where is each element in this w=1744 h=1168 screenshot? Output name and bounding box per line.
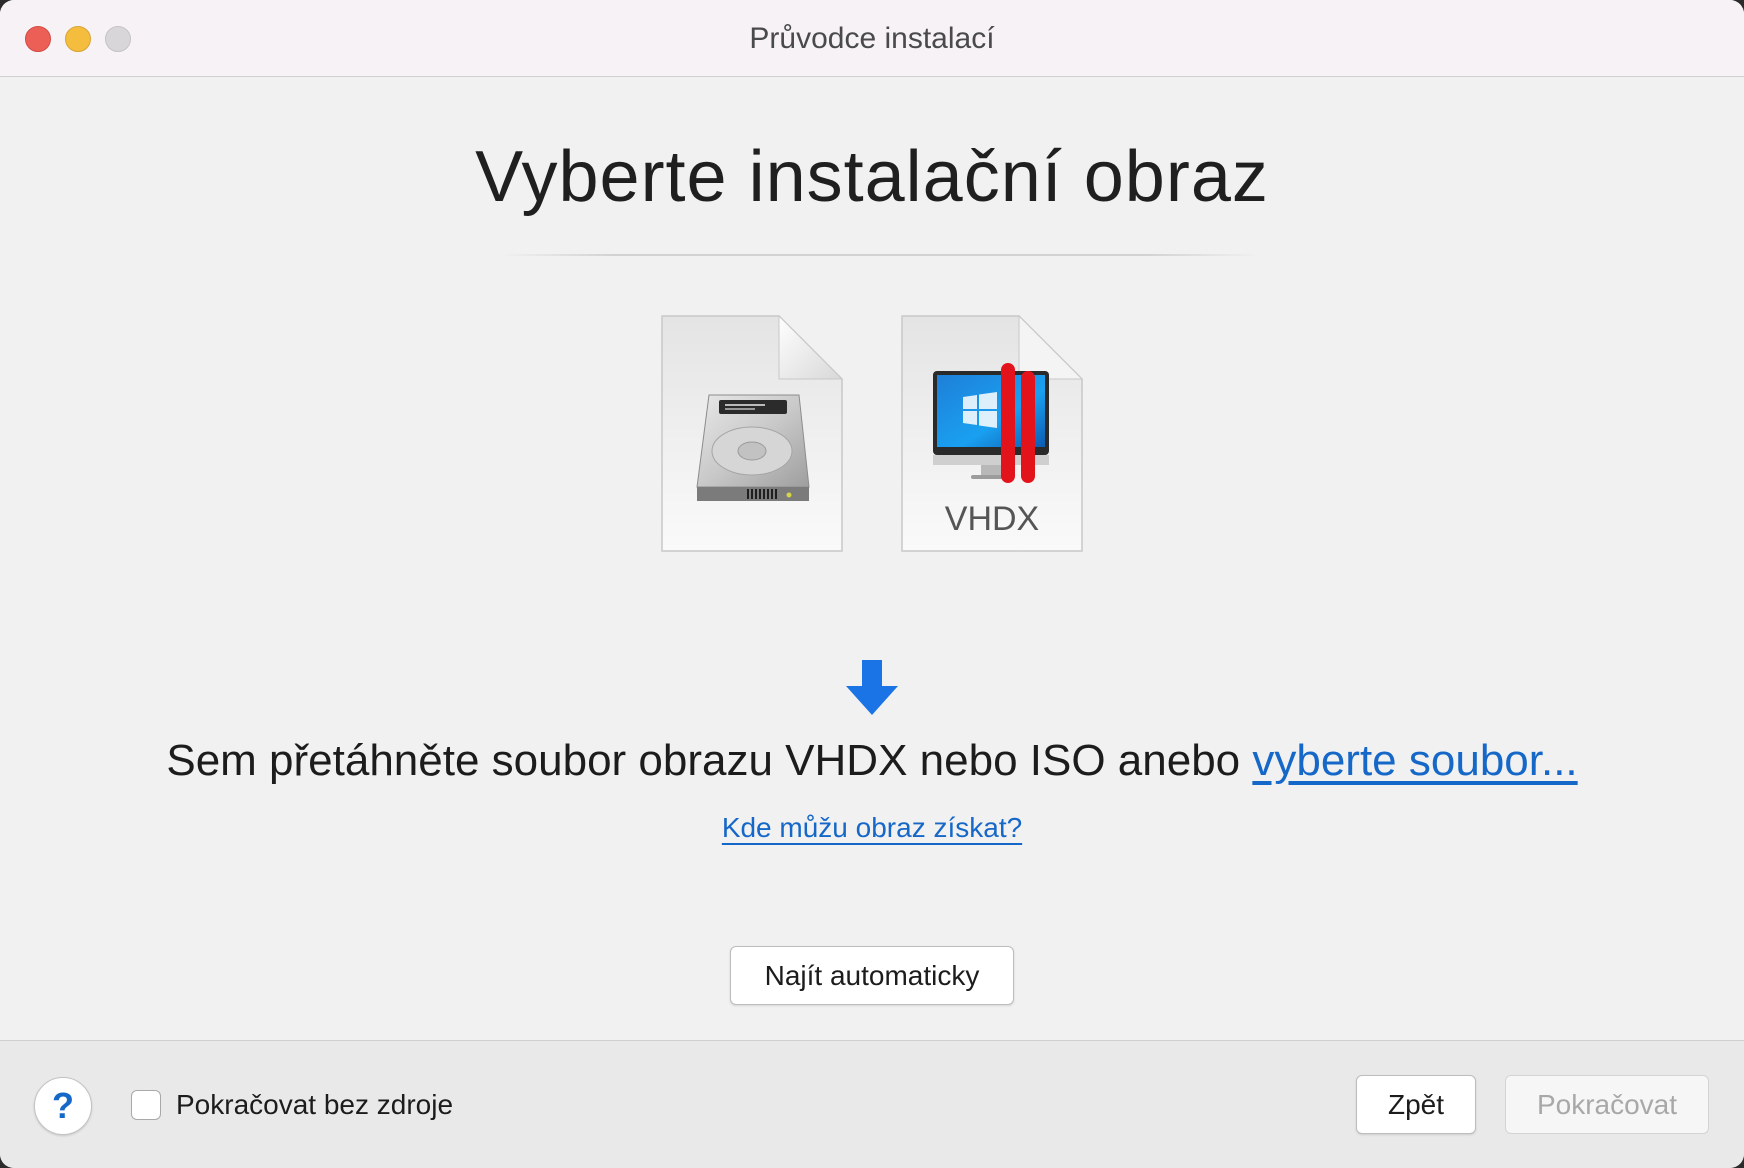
bottom-bar: ? Pokračovat bez zdroje Zpět Pokračovat bbox=[0, 1040, 1744, 1168]
help-button[interactable]: ? bbox=[34, 1077, 92, 1135]
question-mark-icon: ? bbox=[52, 1085, 74, 1126]
vhdx-file-icon: VHDX bbox=[901, 314, 1084, 552]
continue-without-source-checkbox[interactable] bbox=[131, 1090, 161, 1120]
choose-file-link[interactable]: vyberte soubor... bbox=[1252, 736, 1577, 785]
arrow-down-icon bbox=[845, 660, 899, 716]
find-automatically-button[interactable]: Najít automaticky bbox=[730, 946, 1014, 1005]
continue-without-source-label[interactable]: Pokračovat bez zdroje bbox=[176, 1089, 453, 1121]
where-to-get-image-link[interactable]: Kde můžu obraz získat? bbox=[722, 812, 1022, 843]
continue-button: Pokračovat bbox=[1505, 1075, 1709, 1134]
vhdx-label: VHDX bbox=[944, 500, 1040, 538]
drag-drop-text: Sem přetáhněte soubor obrazu VHDX nebo I… bbox=[166, 736, 1253, 785]
window-title: Průvodce instalací bbox=[749, 22, 995, 55]
installation-wizard-window: Průvodce instalací Vyberte instalační ob… bbox=[0, 0, 1744, 1168]
disk-image-file-icon bbox=[661, 314, 844, 552]
where-to-get-image: Kde můžu obraz získat? bbox=[0, 812, 1744, 844]
heading-divider bbox=[500, 254, 1260, 256]
drag-drop-instruction: Sem přetáhněte soubor obrazu VHDX nebo I… bbox=[0, 736, 1744, 786]
back-button[interactable]: Zpět bbox=[1356, 1075, 1476, 1134]
hard-disk-icon bbox=[696, 394, 810, 501]
page-title: Vyberte instalační obraz bbox=[475, 137, 1269, 217]
title-bar: Průvodce instalací bbox=[0, 0, 1744, 77]
